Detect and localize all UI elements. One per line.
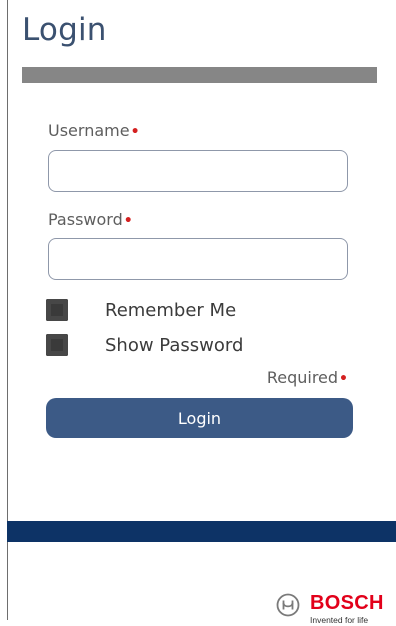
brand-text: BOSCH Invented for life [310,593,384,626]
remember-me-checkbox[interactable] [46,299,68,321]
required-note-text: Required [266,368,339,387]
username-required-mark: • [130,124,140,140]
remember-me-row[interactable]: Remember Me [46,298,236,322]
username-label: Username• [48,121,140,140]
remember-me-label[interactable]: Remember Me [105,300,236,321]
login-button[interactable]: Login [46,398,353,438]
password-label-text: Password [48,210,123,229]
password-required-mark: • [123,213,133,229]
username-input[interactable] [48,150,348,192]
password-label: Password• [48,210,133,229]
page-title: Login [22,12,107,48]
title-divider [22,67,377,83]
bosch-armature-icon [276,593,300,617]
show-password-checkbox[interactable] [46,334,68,356]
brand-name: BOSCH [310,592,384,614]
show-password-row[interactable]: Show Password [46,333,243,357]
required-note: Required• [267,368,348,387]
required-note-mark: • [339,371,348,387]
brand-tagline: Invented for life [310,615,369,625]
brand-logo: BOSCH Invented for life [276,593,384,626]
show-password-label[interactable]: Show Password [105,335,243,356]
footer-band [7,521,396,542]
password-input[interactable] [48,238,348,280]
username-label-text: Username [48,121,130,140]
